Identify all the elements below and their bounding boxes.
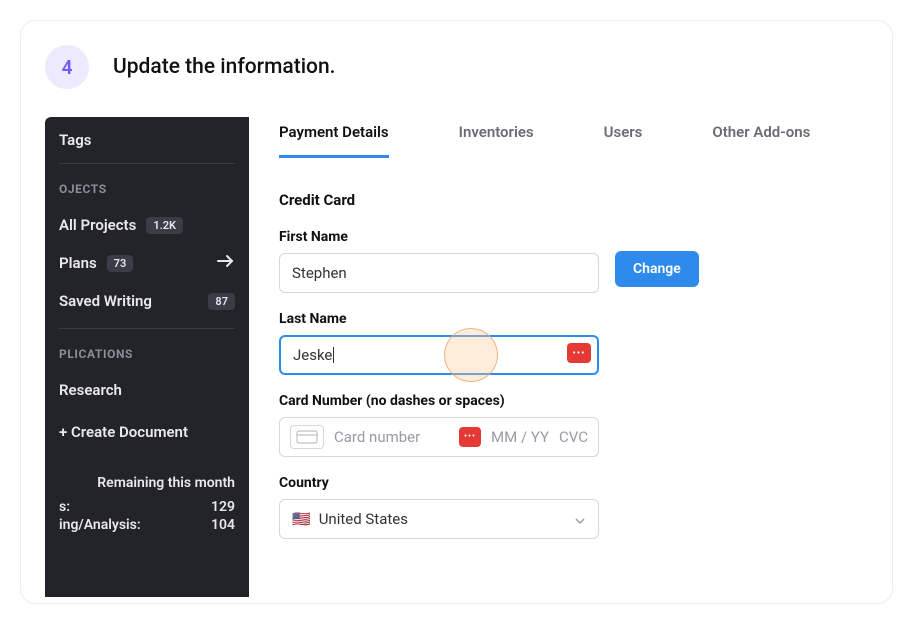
sidebar-item-label: Research xyxy=(59,381,122,399)
password-manager-icon[interactable]: ••• xyxy=(567,343,591,363)
country-select[interactable]: 🇺🇸 United States xyxy=(279,499,599,539)
create-document-button[interactable]: + Create Document xyxy=(45,409,249,455)
card-placeholder: Card number xyxy=(334,428,449,446)
form-column: First Name Last Name Jeske ••• Card Numb… xyxy=(279,229,599,539)
first-name-label: First Name xyxy=(279,229,599,245)
expiry-placeholder: MM / YY xyxy=(491,428,549,446)
first-name-input[interactable] xyxy=(279,253,599,293)
sidebar-item-label: Plans xyxy=(59,254,97,272)
tab-payment-details[interactable]: Payment Details xyxy=(279,123,389,158)
sidebar-item-label: Saved Writing xyxy=(59,292,152,310)
sidebar-item-plans[interactable]: Plans 73 xyxy=(45,244,249,282)
flag-icon: 🇺🇸 xyxy=(292,510,311,528)
password-manager-icon[interactable]: ••• xyxy=(459,427,481,447)
sidebar: Tags OJECTS All Projects 1.2K Plans 73 xyxy=(45,117,249,597)
tab-users[interactable]: Users xyxy=(604,123,643,158)
credit-card-icon xyxy=(290,425,324,449)
form-row: First Name Last Name Jeske ••• Card Numb… xyxy=(279,229,868,539)
sidebar-item-saved-writing[interactable]: Saved Writing 87 xyxy=(45,282,249,320)
instruction-card: 4 Update the information. Tags OJECTS Al… xyxy=(20,20,893,604)
tab-other-addons[interactable]: Other Add-ons xyxy=(712,123,810,158)
last-name-input[interactable]: Jeske xyxy=(279,335,599,375)
change-button[interactable]: Change xyxy=(615,251,699,287)
sidebar-item-research[interactable]: Research xyxy=(45,371,249,409)
content-area: Tags OJECTS All Projects 1.2K Plans 73 xyxy=(45,117,868,597)
step-header: 4 Update the information. xyxy=(45,45,868,89)
sidebar-item-all-projects[interactable]: All Projects 1.2K xyxy=(45,206,249,244)
card-number-input[interactable]: Card number ••• MM / YY CVC xyxy=(279,417,599,457)
count-badge: 1.2K xyxy=(146,217,183,234)
stat-row: ing/Analysis: 104 xyxy=(59,517,235,533)
step-number-badge: 4 xyxy=(45,45,89,89)
card-number-label: Card Number (no dashes or spaces) xyxy=(279,393,599,409)
sidebar-section-applications: PLICATIONS xyxy=(45,329,249,371)
sidebar-section-projects: OJECTS xyxy=(45,164,249,206)
sidebar-stats: Remaining this month s: 129 ing/Analysis… xyxy=(45,455,249,533)
last-name-label: Last Name xyxy=(279,311,599,327)
sidebar-tags[interactable]: Tags xyxy=(45,131,249,163)
step-title: Update the information. xyxy=(113,55,335,79)
sidebar-item-label: All Projects xyxy=(59,216,136,234)
main-panel: Payment Details Inventories Users Other … xyxy=(279,117,868,597)
count-badge: 73 xyxy=(107,255,134,272)
remaining-label: Remaining this month xyxy=(59,475,235,491)
last-name-wrap: Jeske ••• xyxy=(279,335,599,375)
chevron-down-icon xyxy=(574,510,586,529)
stat-row: s: 129 xyxy=(59,499,235,515)
country-label: Country xyxy=(279,475,599,491)
tabs: Payment Details Inventories Users Other … xyxy=(279,123,868,159)
tab-inventories[interactable]: Inventories xyxy=(459,123,534,158)
section-title: Credit Card xyxy=(279,191,868,209)
arrow-right-icon xyxy=(217,254,235,272)
count-badge: 87 xyxy=(208,293,235,310)
cvc-placeholder: CVC xyxy=(559,428,588,446)
country-value: United States xyxy=(319,510,408,528)
